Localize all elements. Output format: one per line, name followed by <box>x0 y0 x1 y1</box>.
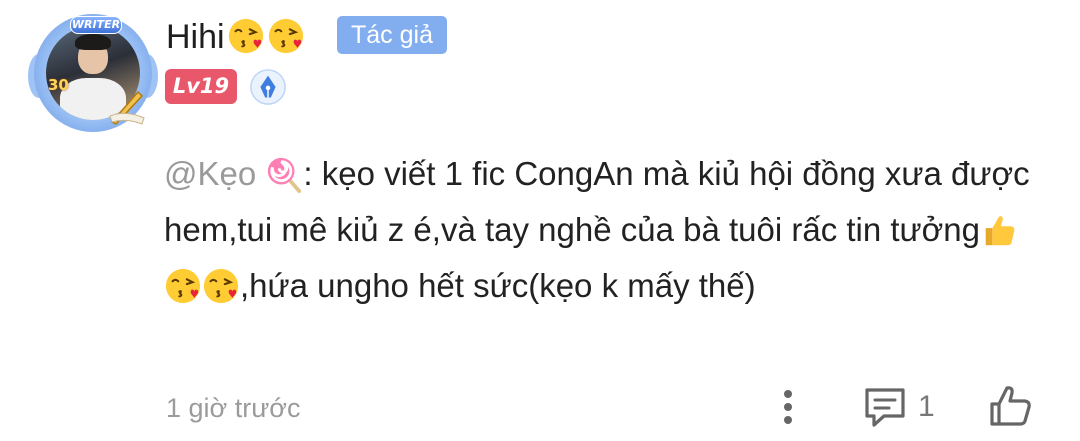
comment-icon <box>865 388 905 427</box>
avatar-frame-label: WRITER <box>70 16 122 34</box>
kiss-heart-emoji-icon <box>228 18 263 54</box>
kiss-heart-emoji-icon <box>165 268 201 304</box>
avatar-frame-number: 30 <box>48 76 69 94</box>
kiss-heart-emoji-icon <box>268 18 303 54</box>
lollipop-emoji-icon <box>268 157 302 193</box>
username-text: Hihi <box>166 18 225 56</box>
username[interactable]: Hihi <box>166 14 305 60</box>
comment-body: @Kẹo : kẹo viết 1 fic CongAn mà kiủ hội … <box>164 146 1044 314</box>
reply-button[interactable]: 1 <box>862 384 948 430</box>
comment-timestamp: 1 giờ trước <box>166 393 301 423</box>
more-vertical-icon[interactable] <box>772 384 804 430</box>
thumbs-up-emoji-icon <box>985 216 1015 246</box>
kiss-heart-emoji-icon <box>203 268 239 304</box>
avatar[interactable]: WRITER 30 <box>28 14 158 132</box>
level-badge[interactable]: Lv19 <box>165 69 237 104</box>
pen-nib-icon[interactable] <box>249 68 287 106</box>
quill-icon <box>109 90 145 125</box>
reply-count: 1 <box>918 390 935 423</box>
comment-text-part2: ,hứa ungho hết sức(kẹo k mấy thế) <box>240 267 756 304</box>
author-role-badge: Tác giả <box>337 16 447 54</box>
thumbs-up-outline-icon[interactable] <box>986 382 1034 430</box>
mention-link[interactable]: @Kẹo <box>164 155 256 192</box>
